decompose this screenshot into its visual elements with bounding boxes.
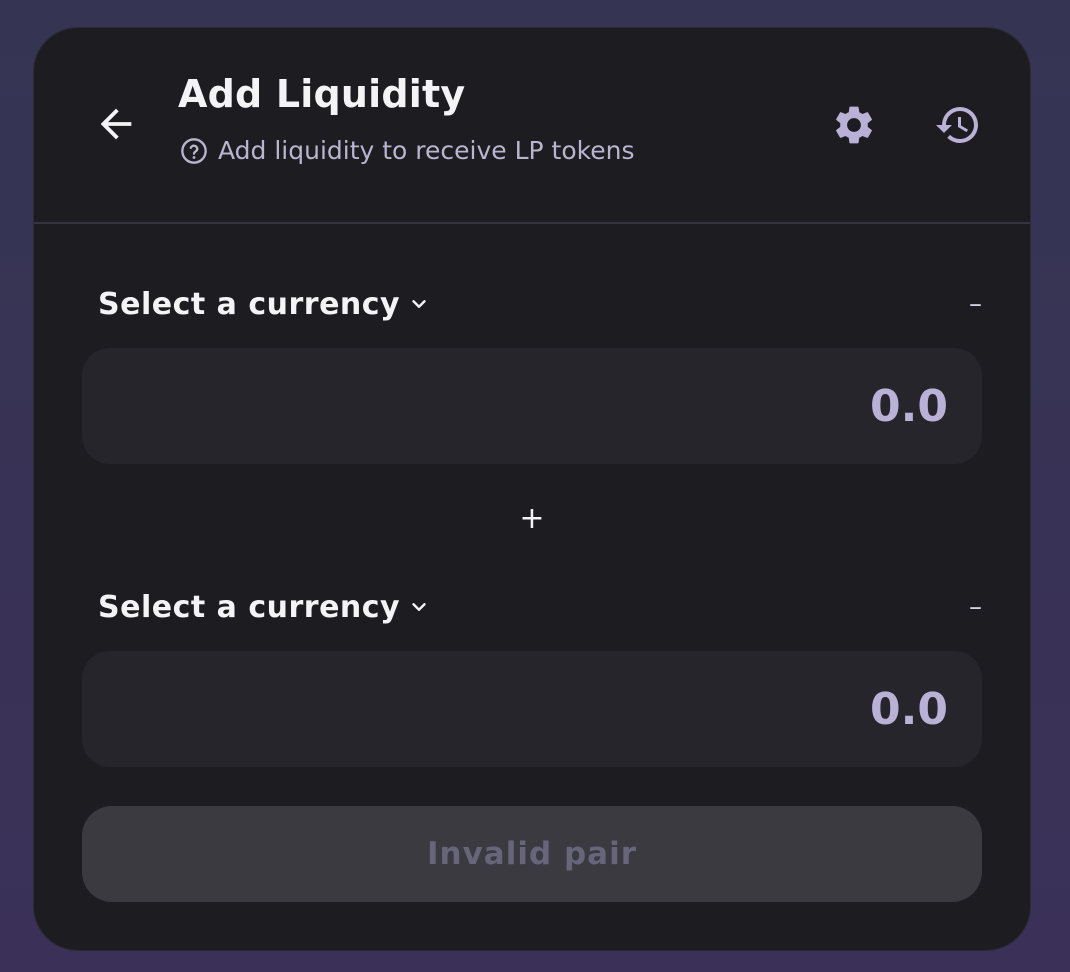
arrow-left-icon bbox=[100, 108, 132, 140]
history-icon bbox=[936, 107, 978, 144]
history-button[interactable] bbox=[932, 99, 984, 151]
invalid-pair-button[interactable]: Invalid pair bbox=[82, 806, 982, 902]
balance-a: – bbox=[969, 289, 982, 319]
amount-box-b bbox=[82, 651, 982, 767]
add-liquidity-card: Add Liquidity Add liquidity to receive L… bbox=[34, 28, 1030, 950]
settings-button[interactable] bbox=[828, 99, 880, 151]
currency-select-label: Select a currency bbox=[98, 589, 401, 625]
back-button[interactable] bbox=[90, 98, 142, 150]
currency-select-label: Select a currency bbox=[98, 286, 401, 322]
chevron-down-icon bbox=[412, 300, 426, 308]
amount-box-a bbox=[82, 348, 982, 464]
page-title: Add Liquidity bbox=[178, 72, 466, 116]
subtitle-row: Add liquidity to receive LP tokens bbox=[180, 136, 635, 165]
currency-select-a[interactable]: Select a currency bbox=[98, 287, 430, 322]
page-subtitle: Add liquidity to receive LP tokens bbox=[218, 136, 635, 165]
currency-row-b: Select a currency – bbox=[98, 585, 982, 629]
chevron-down-icon bbox=[412, 603, 426, 611]
currency-select-b[interactable]: Select a currency bbox=[98, 590, 430, 625]
balance-b: – bbox=[969, 592, 982, 622]
amount-input-a[interactable] bbox=[114, 379, 950, 433]
question-circle-icon[interactable] bbox=[180, 137, 208, 165]
plus-separator: + bbox=[519, 500, 545, 536]
amount-input-b[interactable] bbox=[114, 682, 950, 736]
gear-icon bbox=[836, 106, 872, 144]
card-header: Add Liquidity Add liquidity to receive L… bbox=[34, 28, 1030, 224]
currency-row-a: Select a currency – bbox=[98, 282, 982, 326]
